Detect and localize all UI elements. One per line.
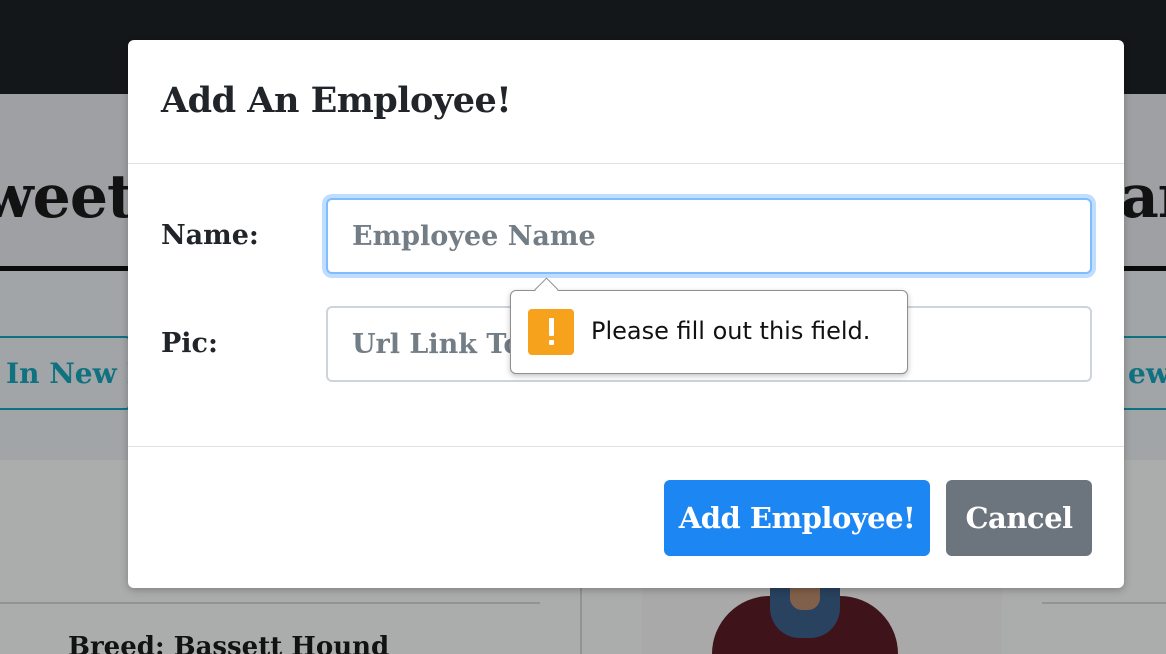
- validation-message: Please fill out this field.: [591, 317, 871, 345]
- pic-label: Pic:: [161, 328, 218, 359]
- modal-title: Add An Employee!: [161, 80, 512, 121]
- validation-tooltip: Please fill out this field.: [510, 277, 908, 374]
- name-label: Name:: [161, 220, 259, 251]
- add-employee-button[interactable]: Add Employee!: [664, 480, 930, 556]
- warning-icon: [528, 309, 574, 355]
- modal-header: Add An Employee!: [128, 40, 1124, 164]
- cancel-button[interactable]: Cancel: [946, 480, 1092, 556]
- employee-name-input[interactable]: [326, 198, 1092, 274]
